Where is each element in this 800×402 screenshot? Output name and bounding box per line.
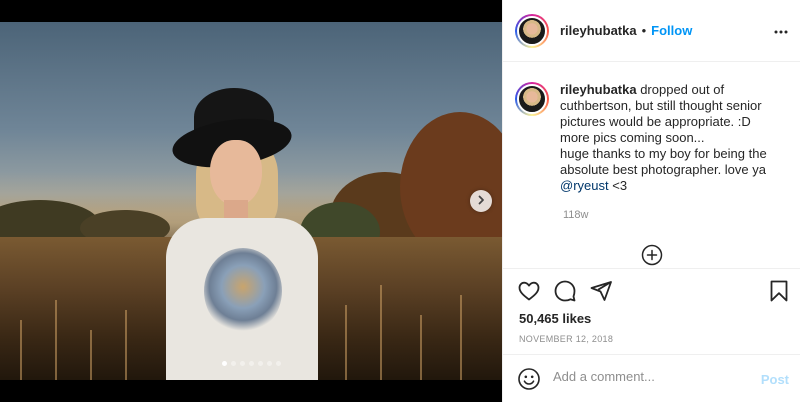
load-more-comments-button[interactable] <box>641 244 663 271</box>
grass <box>460 295 462 380</box>
comment-button[interactable] <box>553 279 577 308</box>
caption-text: rileyhubatka dropped out of cuthbertson,… <box>560 82 780 194</box>
post-comment-button[interactable]: Post <box>761 372 789 387</box>
avatar <box>517 84 547 114</box>
caption-username[interactable]: rileyhubatka <box>560 82 637 97</box>
face <box>210 140 262 206</box>
caption: rileyhubatka dropped out of cuthbertson,… <box>515 82 793 194</box>
grass <box>420 315 422 380</box>
grass <box>90 330 92 380</box>
carousel-dot <box>266 361 272 366</box>
shirt-print <box>204 248 282 334</box>
carousel-dot <box>275 361 281 366</box>
comment-bubble-icon <box>553 280 577 307</box>
post-date[interactable]: November 12, 2018 <box>519 334 613 344</box>
bookmark-icon <box>767 280 791 307</box>
carousel-dot <box>221 361 227 366</box>
more-options-icon <box>773 27 789 44</box>
grass <box>20 320 22 380</box>
grass <box>345 305 347 380</box>
smiley-icon <box>517 368 541 395</box>
post-header: rileyhubatka • Follow <box>503 0 800 62</box>
author-username[interactable]: rileyhubatka <box>560 23 637 38</box>
likes-count[interactable]: 50,465 likes <box>519 311 591 326</box>
share-button[interactable] <box>589 279 613 308</box>
follow-button[interactable]: Follow <box>651 23 692 38</box>
person <box>160 88 330 380</box>
post-side-panel: rileyhubatka • Follow rileyhubatka dropp… <box>502 0 800 402</box>
carousel-dot <box>248 361 254 366</box>
next-photo-button[interactable] <box>470 190 492 212</box>
grass <box>55 300 57 380</box>
carousel-dot <box>239 361 245 366</box>
post-photo[interactable] <box>0 22 502 380</box>
save-button[interactable] <box>767 279 791 308</box>
comment-input[interactable] <box>553 369 753 384</box>
separator-dot: • <box>641 23 647 38</box>
action-bar <box>503 268 800 314</box>
paper-plane-icon <box>589 281 613 307</box>
heart-icon <box>517 281 541 307</box>
comment-bar: Post <box>503 354 800 402</box>
carousel-dot <box>257 361 263 366</box>
emoji-button[interactable] <box>517 367 541 396</box>
post-media <box>0 0 502 402</box>
caption-tail: <3 <box>608 178 628 193</box>
carousel-indicator <box>0 361 502 366</box>
caption-body-2: huge thanks to my boy for being the abso… <box>560 146 767 177</box>
chevron-right-icon <box>476 192 486 210</box>
grass <box>125 310 127 380</box>
mention-link[interactable]: @ryeust <box>560 178 609 193</box>
author-avatar[interactable] <box>515 13 549 48</box>
like-button[interactable] <box>517 279 541 308</box>
avatar <box>517 15 547 46</box>
more-options-button[interactable] <box>773 24 789 45</box>
caption-time-ago[interactable]: 118w <box>563 209 588 221</box>
carousel-dot <box>230 361 236 366</box>
caption-avatar[interactable] <box>515 82 549 116</box>
